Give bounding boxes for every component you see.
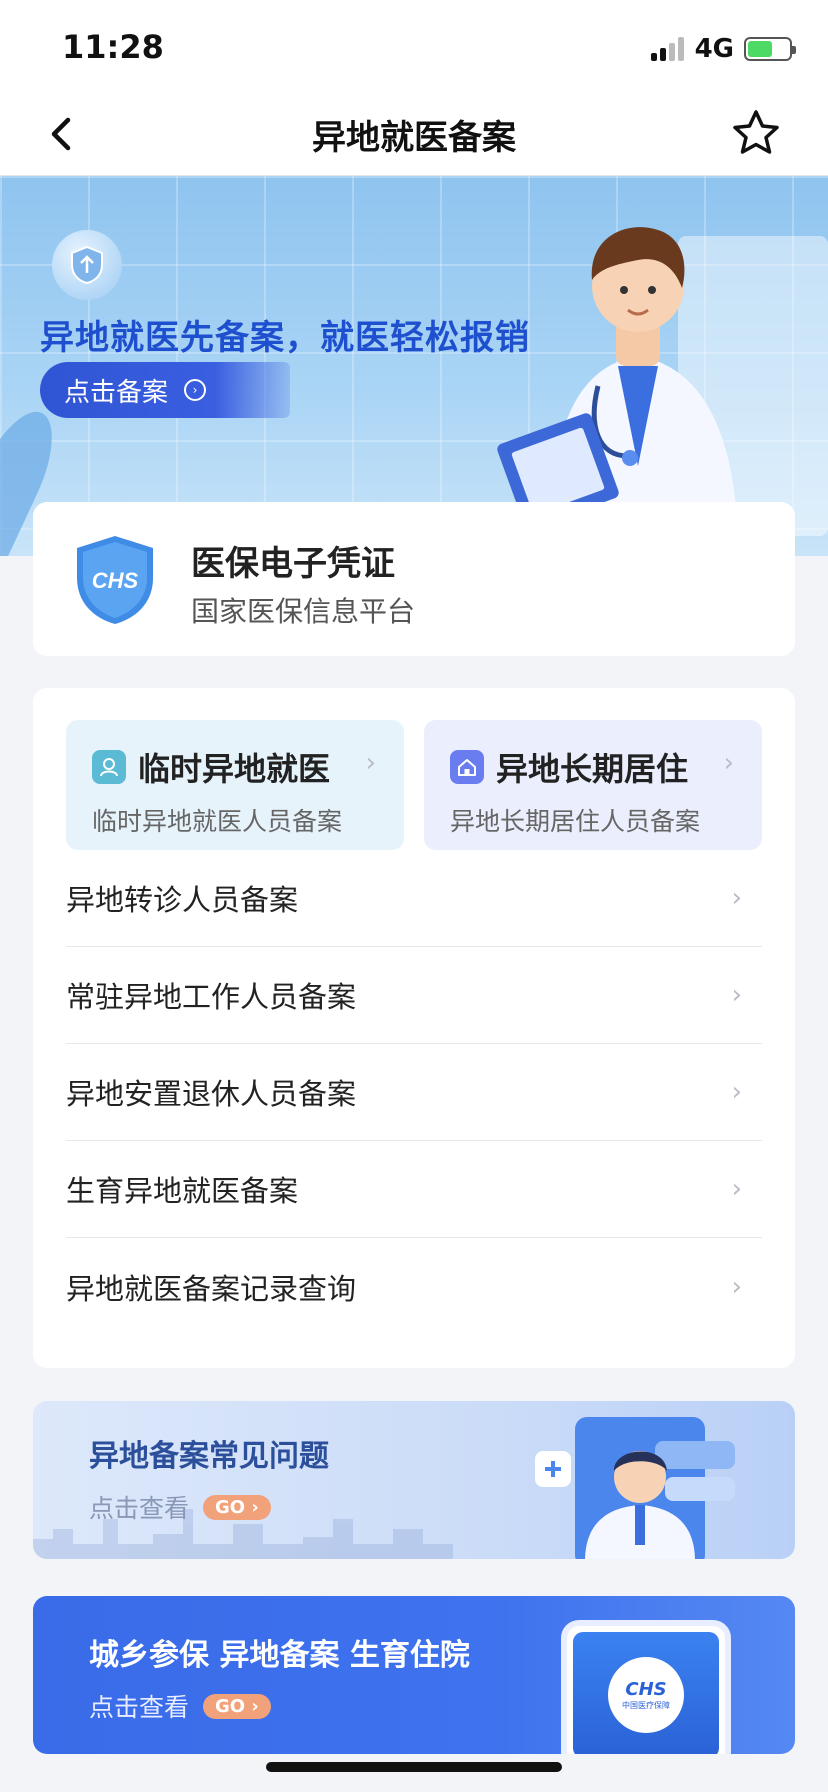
- status-bar: 11:28 4G: [0, 0, 828, 96]
- menu-item-label: 异地安置退休人员备案: [66, 1077, 357, 1111]
- chevron-right-icon: ›: [731, 980, 742, 1010]
- menu-item-resident-worker[interactable]: 常驻异地工作人员备案 ›: [66, 947, 762, 1044]
- phone-screen: CHS 中国医疗保障: [573, 1632, 719, 1754]
- home-indicator[interactable]: [266, 1762, 562, 1772]
- register-button-label: 点击备案: [64, 377, 169, 408]
- insurance-promo-banner[interactable]: 城乡参保 异地备案 生育住院 点击查看 GO › CHS 中国医疗保障: [33, 1596, 795, 1754]
- battery-icon: [744, 37, 796, 61]
- menu-item-label: 异地就医备案记录查询: [66, 1271, 357, 1306]
- quick-action-subtitle: 临时异地就医人员备案: [92, 807, 343, 836]
- chs-logo-text: CHS: [92, 568, 139, 593]
- nav-bar: 异地就医备案: [0, 96, 828, 176]
- home-icon: [450, 750, 484, 784]
- menu-list: 异地转诊人员备案 › 常驻异地工作人员备案 › 异地安置退休人员备案 › 生育异…: [66, 850, 762, 1335]
- chs-logo: CHS 中国医疗保障: [608, 1657, 684, 1733]
- go-badge: GO ›: [203, 1693, 271, 1719]
- promo-banner[interactable]: 异地就医先备案，就医轻松报销 点击备案 ›: [0, 176, 828, 556]
- chevron-right-circle-icon: ›: [184, 379, 207, 401]
- network-type: 4G: [694, 34, 734, 64]
- menu-item-label: 常驻异地工作人员备案: [66, 980, 357, 1014]
- chs-logo-text: CHS: [625, 1679, 667, 1700]
- shield-icon: [52, 230, 122, 300]
- quick-action-subtitle: 异地长期居住人员备案: [450, 807, 701, 836]
- signal-icon: [650, 37, 685, 61]
- chevron-right-icon: ›: [731, 1077, 742, 1107]
- chevron-right-icon: ›: [365, 748, 376, 778]
- menu-item-label: 异地转诊人员备案: [66, 883, 299, 917]
- promo-link-label: 点击查看: [89, 1693, 190, 1722]
- menu-item-retiree[interactable]: 异地安置退休人员备案 ›: [66, 1044, 762, 1141]
- go-badge-text: GO: [215, 1695, 246, 1717]
- nurse-icon: [92, 750, 126, 784]
- chs-shield-icon: CHS: [77, 536, 153, 624]
- quick-action-title: 临时异地就医: [138, 750, 331, 788]
- chevron-right-icon: ›: [731, 1271, 742, 1302]
- registration-menu-card: 临时异地就医 › 临时异地就医人员备案 异地长期居住 › 异地长期居住人员备案 …: [33, 688, 795, 1368]
- chevron-right-icon: ›: [723, 748, 734, 778]
- credential-title: 医保电子凭证: [191, 544, 395, 584]
- go-badge: GO ›: [203, 1494, 271, 1520]
- promo-link-label: 点击查看: [89, 1494, 190, 1523]
- promo-link[interactable]: 点击查看 GO ›: [89, 1489, 271, 1525]
- chevron-right-icon: ›: [731, 883, 742, 913]
- promo-title: 城乡参保 异地备案 生育住院: [89, 1638, 470, 1673]
- phone-illustration: CHS 中国医疗保障: [561, 1620, 731, 1754]
- quick-action-long-term[interactable]: 异地长期居住 › 异地长期居住人员备案: [424, 720, 762, 850]
- chs-logo-caption: 中国医疗保障: [622, 1701, 670, 1710]
- banner-headline: 异地就医先备案，就医轻松报销: [40, 318, 530, 358]
- menu-item-records-query[interactable]: 异地就医备案记录查询 ›: [66, 1238, 762, 1335]
- menu-item-label: 生育异地就医备案: [66, 1174, 299, 1208]
- promo-link[interactable]: 点击查看 GO ›: [89, 1688, 271, 1724]
- promo-title: 异地备案常见问题: [89, 1439, 329, 1474]
- status-indicators: 4G: [650, 34, 796, 64]
- medical-insurance-credential-card[interactable]: CHS 医保电子凭证 国家医保信息平台: [33, 502, 795, 656]
- menu-item-maternity[interactable]: 生育异地就医备案 ›: [66, 1141, 762, 1238]
- faq-promo-banner[interactable]: 异地备案常见问题 点击查看 GO ›: [33, 1401, 795, 1559]
- quick-action-title: 异地长期居住: [496, 750, 689, 788]
- doctor-faq-illustration: [535, 1417, 735, 1559]
- go-badge-text: GO: [215, 1496, 246, 1518]
- credential-subtitle: 国家医保信息平台: [191, 595, 416, 628]
- page-title: 异地就医备案: [312, 118, 516, 158]
- register-button[interactable]: 点击备案 ›: [40, 362, 290, 418]
- chevron-right-icon: ›: [731, 1174, 742, 1204]
- status-time: 11:28: [62, 28, 164, 66]
- quick-action-temporary[interactable]: 临时异地就医 › 临时异地就医人员备案: [66, 720, 404, 850]
- favorite-star-icon[interactable]: [728, 106, 784, 162]
- menu-item-referral[interactable]: 异地转诊人员备案 ›: [66, 850, 762, 947]
